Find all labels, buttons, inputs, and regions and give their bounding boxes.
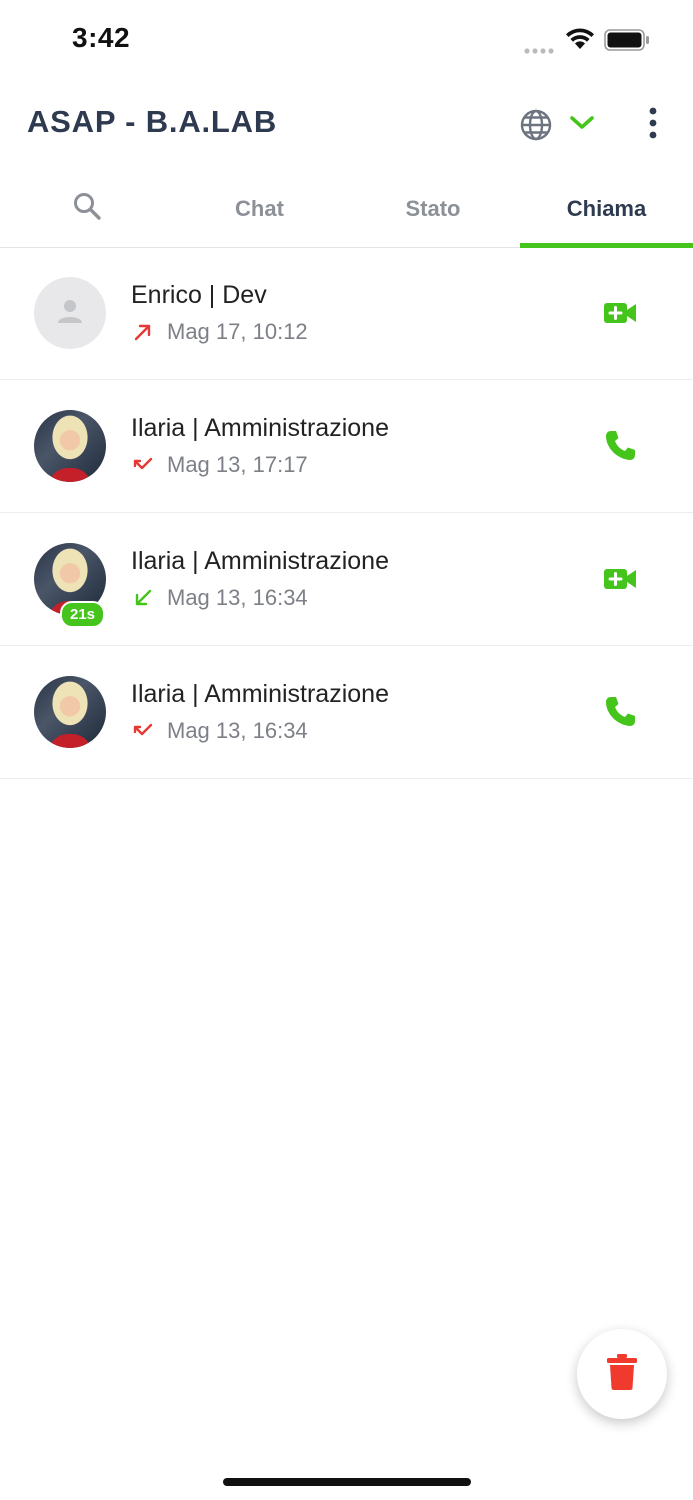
tab-bar: Chat Stato Chiama [0, 170, 693, 248]
tab-chat[interactable]: Chat [173, 170, 346, 247]
avatar [34, 410, 106, 482]
call-time: Mag 13, 16:34 [167, 718, 308, 743]
search-icon [72, 191, 102, 227]
incoming-call-arrow-icon [131, 586, 155, 610]
missed-call-arrow-icon [131, 453, 155, 477]
call-meta: Mag 17, 10:12 [131, 319, 308, 345]
call-meta: Mag 13, 17:17 [131, 452, 308, 478]
globe-icon[interactable] [519, 108, 553, 147]
avatar [34, 277, 106, 349]
call-list: Enrico | Dev Mag 17, 10:12 Ilaria | Ammi… [0, 247, 693, 779]
call-row[interactable]: Enrico | Dev Mag 17, 10:12 [0, 247, 693, 380]
tab-search[interactable] [0, 170, 173, 247]
phone-call-icon[interactable] [600, 426, 640, 471]
delete-calls-button[interactable] [577, 1329, 667, 1419]
status-bar: 3:42 [0, 0, 693, 80]
contact-name: Ilaria | Amministrazione [131, 547, 389, 575]
tab-stato[interactable]: Stato [346, 170, 520, 247]
cellular-signal-icon [524, 42, 556, 60]
battery-icon [604, 29, 650, 56]
calls-screen: 3:42 ASAP - B.A.LAB Chat Stato Chiama En… [0, 0, 693, 1500]
chevron-down-icon[interactable] [568, 112, 596, 137]
call-time: Mag 13, 17:17 [167, 452, 308, 477]
missed-call-arrow-icon [131, 719, 155, 743]
more-vertical-icon[interactable] [642, 106, 664, 145]
app-title: ASAP - B.A.LAB [27, 104, 278, 139]
phone-call-icon[interactable] [600, 692, 640, 737]
video-call-icon[interactable] [600, 293, 640, 338]
outgoing-call-arrow-icon [131, 320, 155, 344]
home-indicator [223, 1478, 471, 1486]
avatar [34, 676, 106, 748]
trash-icon [606, 1353, 638, 1396]
status-time: 3:42 [72, 22, 131, 53]
app-header: ASAP - B.A.LAB [0, 90, 693, 160]
call-row[interactable]: 21s Ilaria | Amministrazione Mag 13, 16:… [0, 513, 693, 646]
call-time: Mag 17, 10:12 [167, 319, 308, 344]
person-icon [55, 296, 85, 331]
contact-name: Enrico | Dev [131, 281, 267, 309]
video-call-icon[interactable] [600, 559, 640, 604]
call-duration-badge: 21s [60, 601, 106, 628]
contact-name: Ilaria | Amministrazione [131, 414, 389, 442]
wifi-icon [565, 27, 595, 56]
call-time: Mag 13, 16:34 [167, 585, 308, 610]
contact-name: Ilaria | Amministrazione [131, 680, 389, 708]
call-meta: Mag 13, 16:34 [131, 585, 308, 611]
call-row[interactable]: Ilaria | Amministrazione Mag 13, 16:34 [0, 646, 693, 779]
call-row[interactable]: Ilaria | Amministrazione Mag 13, 17:17 [0, 380, 693, 513]
call-meta: Mag 13, 16:34 [131, 718, 308, 744]
tab-chiama[interactable]: Chiama [520, 170, 693, 247]
